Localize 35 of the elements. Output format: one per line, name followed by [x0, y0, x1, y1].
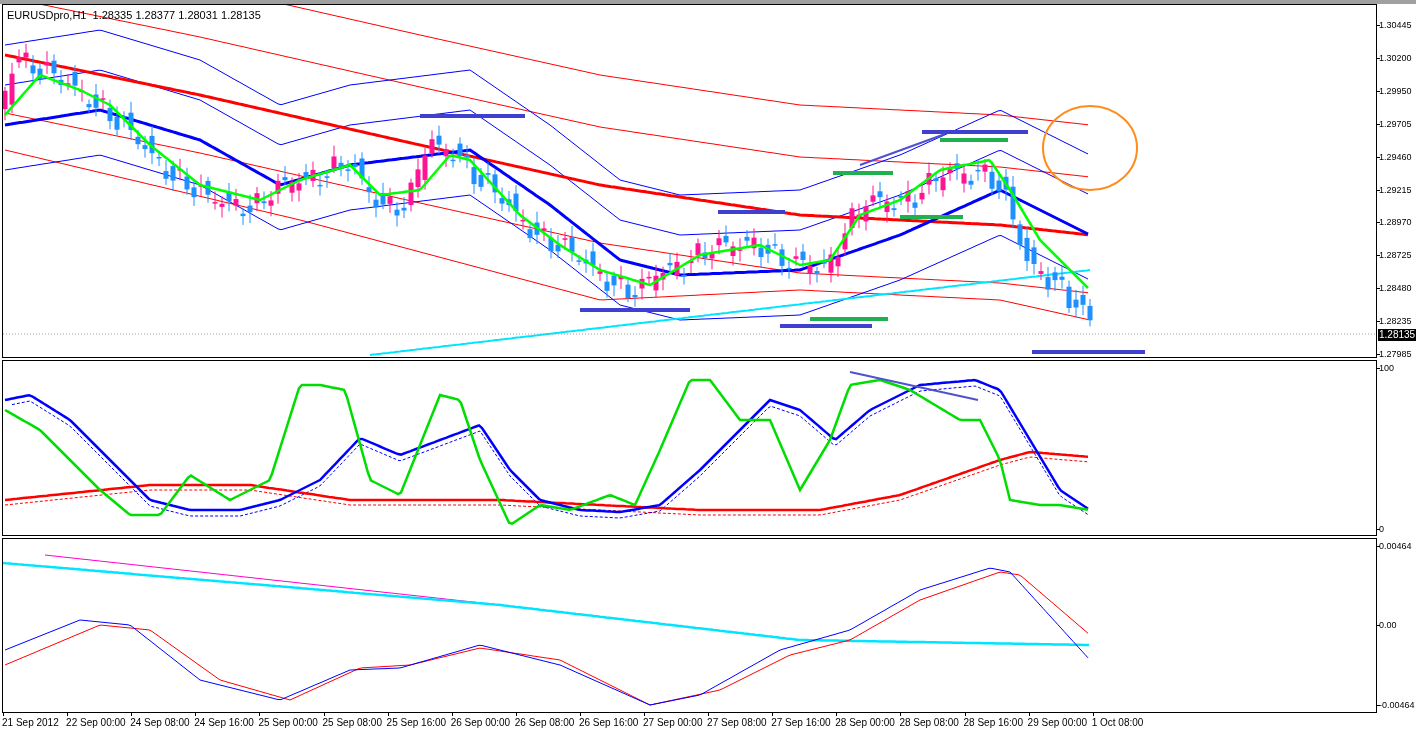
time-label: 25 Sep 16:00 — [386, 717, 447, 729]
time-label: 28 Sep 16:00 — [963, 717, 1023, 729]
time-label: 28 Sep 08:00 — [899, 717, 959, 729]
current-price-label: 1.28135 — [1378, 329, 1416, 342]
scale-label: -0.00464 — [1379, 699, 1415, 711]
price-label: 1.29460 — [1379, 150, 1412, 163]
price-label: 1.29215 — [1379, 183, 1412, 196]
time-label: 1 Oct 08:00 — [1091, 717, 1144, 729]
price-label: 1.28235 — [1379, 315, 1412, 328]
time-label: 27 Sep 16:00 — [771, 717, 831, 729]
time-label: 26 Sep 16:00 — [578, 717, 639, 729]
price-label: 1.30445 — [1379, 19, 1412, 31]
time-label: 24 Sep 08:00 — [130, 717, 190, 729]
time-label: 29 Sep 00:00 — [1027, 717, 1088, 729]
scale-label: 0.00 — [1379, 619, 1397, 631]
scale-label: 0.00464 — [1379, 540, 1412, 552]
time-label: 24 Sep 16:00 — [194, 717, 254, 729]
time-label: 25 Sep 00:00 — [258, 717, 318, 729]
time-label: 21 Sep 2012 — [2, 717, 59, 729]
time-label: 27 Sep 08:00 — [707, 717, 767, 729]
time-label: 22 Sep 00:00 — [66, 717, 126, 729]
time-label: 26 Sep 08:00 — [514, 717, 575, 729]
chart-header: EURUSDpro,H1 1.28335 1.28377 1.28031 1.28135 — [7, 9, 261, 22]
price-label: 1.28480 — [1379, 282, 1412, 295]
time-label: 26 Sep 00:00 — [450, 717, 511, 729]
time-label: 25 Sep 08:00 — [322, 717, 382, 729]
price-label: 1.28725 — [1379, 249, 1412, 262]
scale-label: 100 — [1379, 362, 1395, 374]
price-label: 1.29705 — [1379, 117, 1412, 130]
price-label: 1.29950 — [1379, 84, 1412, 97]
price-label: 1.30200 — [1379, 51, 1412, 64]
price-label: 1.28970 — [1379, 216, 1412, 229]
price-label: 1.27985 — [1379, 348, 1412, 360]
time-label: 28 Sep 00:00 — [835, 717, 895, 729]
time-label: 27 Sep 00:00 — [643, 717, 703, 729]
